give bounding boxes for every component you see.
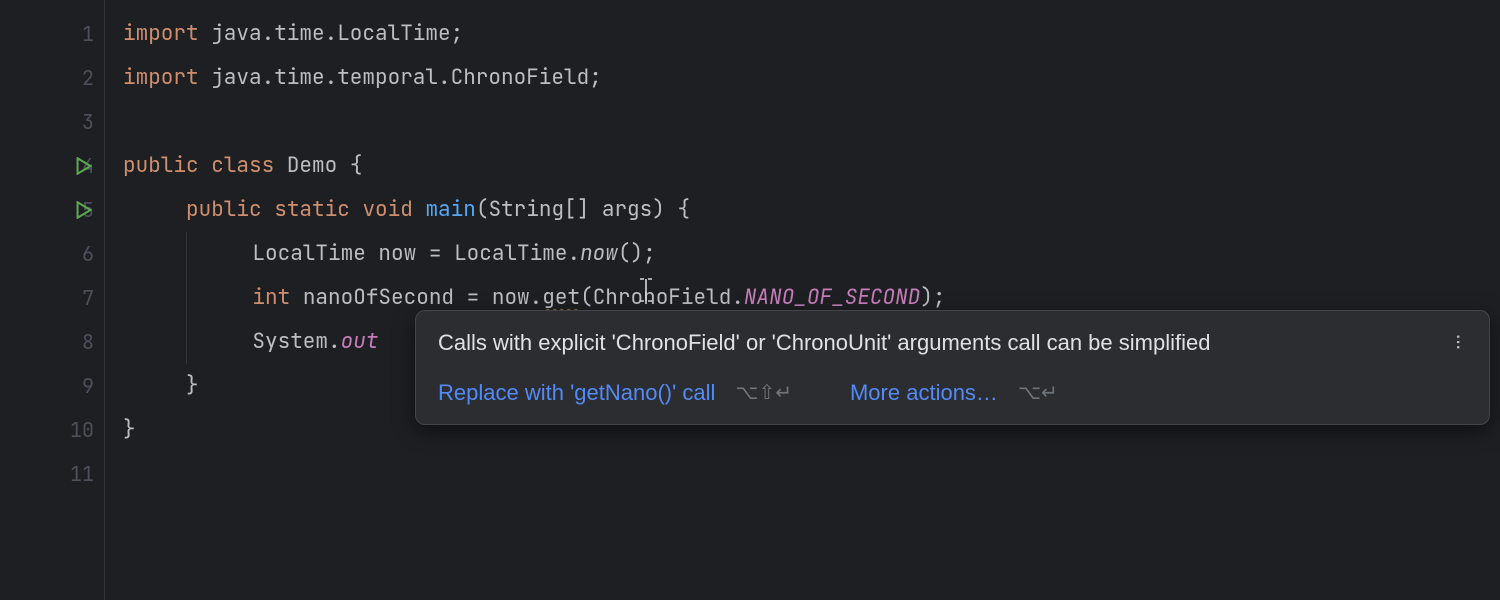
kebab-menu-icon[interactable]: ···	[1450, 329, 1467, 353]
line-number: 3	[59, 109, 94, 135]
run-gutter-icon[interactable]	[76, 201, 92, 219]
line-number: 1	[59, 21, 94, 47]
line-number: 9	[59, 373, 94, 399]
line-number: 8	[59, 329, 94, 355]
code-line: public static void main(String[] args) {	[123, 188, 1500, 232]
code-line	[123, 100, 1500, 144]
code-line: public class Demo {	[123, 144, 1500, 188]
line-number: 7	[59, 285, 94, 311]
code-line	[123, 452, 1500, 496]
code-line: import java.time.LocalTime;	[123, 12, 1500, 56]
line-number: 2	[59, 65, 94, 91]
code-area[interactable]: import java.time.LocalTime; import java.…	[105, 0, 1500, 600]
more-actions-link[interactable]: More actions…	[850, 380, 998, 406]
inspection-tooltip: Calls with explicit 'ChronoField' or 'Ch…	[415, 310, 1490, 425]
code-editor: 1 2 3 4 5 6 7 8 9 10 11 import java.time…	[0, 0, 1500, 600]
code-line: LocalTime now = LocalTime.now();	[123, 232, 1500, 276]
line-number: 11	[59, 461, 94, 487]
run-gutter-icon[interactable]	[76, 157, 92, 175]
shortcut-hint: ⌥↵	[1018, 380, 1058, 405]
tooltip-message: Calls with explicit 'ChronoField' or 'Ch…	[438, 329, 1450, 358]
shortcut-hint: ⌥⇧↵	[735, 380, 792, 405]
code-line: import java.time.temporal.ChronoField;	[123, 56, 1500, 100]
line-number: 10	[59, 417, 94, 443]
line-number: 6	[59, 241, 94, 267]
inspection-highlight[interactable]: get	[542, 284, 580, 311]
gutter: 1 2 3 4 5 6 7 8 9 10 11	[0, 0, 105, 600]
quickfix-replace-link[interactable]: Replace with 'getNano()' call	[438, 380, 715, 406]
